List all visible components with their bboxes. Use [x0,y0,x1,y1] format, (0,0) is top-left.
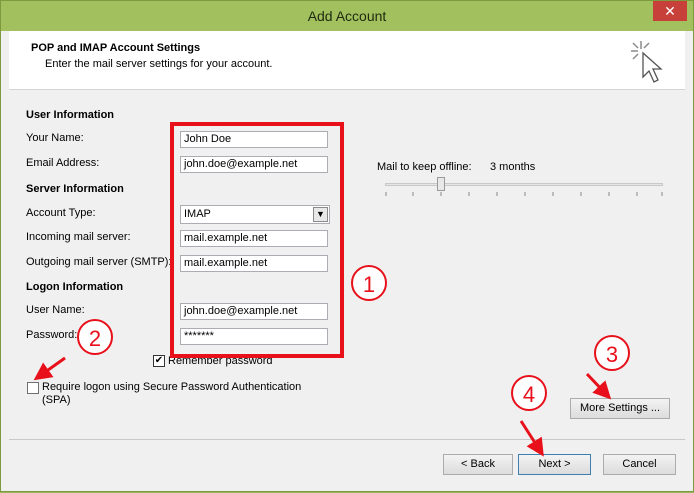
spa-label-continued: (SPA) [42,394,71,406]
annotation-badge-3: 3 [594,335,630,371]
your-name-label: Your Name: [26,132,84,144]
dialog-header: POP and IMAP Account Settings Enter the … [9,31,685,90]
add-account-window: Add Account ✕ POP and IMAP Account Setti… [0,0,694,492]
title-bar[interactable]: Add Account ✕ [1,1,693,31]
annotation-highlight-box [170,122,344,358]
logon-information-heading: Logon Information [26,281,124,293]
header-title: POP and IMAP Account Settings [31,42,201,54]
incoming-server-label: Incoming mail server: [26,231,131,243]
server-information-heading: Server Information [26,183,124,195]
remember-password-checkbox[interactable]: ✔ [153,355,165,367]
user-name-label: User Name: [26,304,85,316]
email-address-label: Email Address: [26,157,100,169]
footer-divider [9,439,685,440]
outgoing-server-label: Outgoing mail server (SMTP): [26,256,172,268]
cancel-button[interactable]: Cancel [603,454,676,475]
annotation-badge-2: 2 [77,319,113,355]
more-settings-button[interactable]: More Settings ... [570,398,670,419]
offline-slider-thumb[interactable] [437,177,445,191]
cursor-sparkle-icon [631,41,663,83]
offline-slider-track[interactable] [385,183,663,186]
header-subtitle: Enter the mail server settings for your … [45,58,273,70]
annotation-badge-1: 1 [351,265,387,301]
window-title: Add Account [307,8,387,24]
close-button[interactable]: ✕ [653,1,687,21]
next-button[interactable]: Next > [518,454,591,475]
back-button[interactable]: < Back [443,454,513,475]
slider-ticks [385,192,663,196]
user-information-heading: User Information [26,109,115,121]
offline-label: Mail to keep offline: [377,161,472,173]
spa-label: Require logon using Secure Password Auth… [42,381,302,393]
spa-checkbox[interactable] [27,382,39,394]
account-type-label: Account Type: [26,207,96,219]
annotation-badge-4: 4 [511,375,547,411]
password-label: Password: [26,329,78,341]
offline-value: 3 months [490,161,536,173]
